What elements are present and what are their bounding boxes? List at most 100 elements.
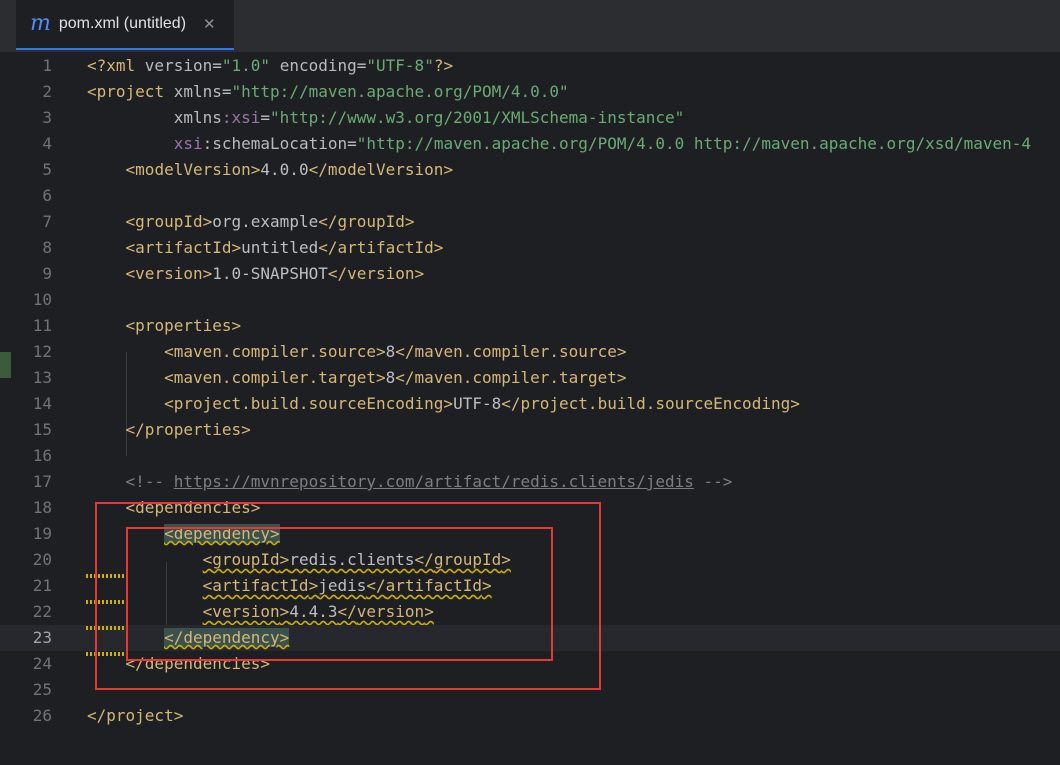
code-text: </properties> bbox=[87, 417, 251, 443]
code-token: "1.0" bbox=[221, 56, 271, 75]
code-token: > bbox=[202, 212, 213, 231]
line-number: 5 bbox=[42, 160, 52, 179]
code-token: :xsi bbox=[221, 108, 261, 127]
close-icon[interactable]: ✕ bbox=[203, 15, 216, 33]
code-text: <maven.compiler.target>8</maven.compiler… bbox=[87, 365, 626, 391]
code-text: <artifactId>untitled</artifactId> bbox=[87, 235, 444, 261]
code-token: <!-- bbox=[125, 472, 174, 491]
code-line[interactable]: 4 xsi:schemaLocation="http://maven.apach… bbox=[0, 131, 1060, 157]
line-number: 15 bbox=[32, 420, 52, 439]
code-token: project bbox=[106, 706, 174, 725]
code-token: 1.0-SNAPSHOT bbox=[212, 264, 328, 283]
code-token: </ bbox=[318, 238, 338, 257]
line-number: 17 bbox=[32, 472, 52, 491]
code-line[interactable]: 9 <version>1.0-SNAPSHOT</version> bbox=[0, 261, 1060, 287]
line-number: 19 bbox=[32, 524, 52, 543]
code-token: > bbox=[404, 212, 415, 231]
code-token: </ bbox=[501, 394, 521, 413]
code-line[interactable]: 17 <!-- https://mvnrepository.com/artifa… bbox=[0, 469, 1060, 495]
code-token[interactable]: https://mvnrepository.com/artifact/redis… bbox=[174, 472, 694, 491]
code-token: "http://www.w3.org/2001/XMLSchema-instan… bbox=[270, 108, 685, 127]
code-line[interactable]: 15 </properties> bbox=[0, 417, 1060, 443]
code-line[interactable]: 7 <groupId>org.example</groupId> bbox=[0, 209, 1060, 235]
code-token: = bbox=[260, 108, 271, 127]
editor-tab-bar: m pom.xml (untitled) ✕ bbox=[0, 0, 1060, 53]
code-line[interactable]: 12 <maven.compiler.source>8</maven.compi… bbox=[0, 339, 1060, 365]
line-number: 7 bbox=[42, 212, 52, 231]
code-line[interactable]: 8 <artifactId>untitled</artifactId> bbox=[0, 235, 1060, 261]
code-token: </ bbox=[327, 264, 348, 283]
code-line[interactable]: 2 <project xmlns="http://maven.apache.org… bbox=[0, 79, 1060, 105]
code-token: "UTF-8" bbox=[366, 56, 434, 75]
code-token: xsi bbox=[173, 134, 203, 153]
code-line[interactable]: 16 bbox=[0, 443, 1060, 469]
code-text: <project.build.sourceEncoding>UTF-8</pro… bbox=[87, 391, 800, 417]
tab-pom-xml[interactable]: m pom.xml (untitled) ✕ bbox=[16, 0, 234, 50]
code-text: xsi:schemaLocation="http://maven.apache.… bbox=[87, 131, 1031, 157]
line-number: 23 bbox=[32, 628, 52, 647]
code-token: > bbox=[250, 160, 261, 179]
code-token: < bbox=[125, 212, 136, 231]
code-token: ?> bbox=[433, 56, 454, 75]
code-token: :schemaLocation bbox=[202, 134, 348, 153]
code-token: = bbox=[212, 56, 222, 75]
line-number: 14 bbox=[32, 394, 52, 413]
tab-title: pom.xml (untitled) bbox=[58, 15, 187, 32]
code-token: maven.compiler.source bbox=[173, 342, 376, 361]
code-token: </ bbox=[318, 212, 338, 231]
code-token: > bbox=[231, 238, 242, 257]
code-token: 8 bbox=[385, 342, 396, 361]
code-line[interactable]: 1 <?xml version="1.0" encoding="UTF-8"?> bbox=[0, 53, 1060, 79]
line-number: 21 bbox=[32, 576, 52, 595]
line-number: 18 bbox=[32, 498, 52, 517]
line-number: 16 bbox=[32, 446, 52, 465]
code-token: "http://maven.apache.org/POM/4.0.0 http:… bbox=[356, 134, 1032, 153]
code-token: project bbox=[96, 82, 174, 101]
code-token: </ bbox=[395, 368, 415, 387]
line-number: 2 bbox=[42, 82, 52, 101]
code-token: < bbox=[125, 264, 136, 283]
code-token: > bbox=[616, 368, 627, 387]
code-line[interactable]: 26 </project> bbox=[0, 703, 1060, 729]
line-number: 26 bbox=[32, 706, 52, 725]
code-token: version bbox=[144, 56, 213, 75]
code-line[interactable]: 6 bbox=[0, 183, 1060, 209]
code-line[interactable]: 11 <properties> bbox=[0, 313, 1060, 339]
code-line[interactable]: 3 xmlns:xsi="http://www.w3.org/2001/XMLS… bbox=[0, 105, 1060, 131]
code-text: <properties> bbox=[87, 313, 242, 339]
code-token: untitled bbox=[241, 238, 319, 257]
code-token: project.build.sourceEncoding bbox=[173, 394, 444, 413]
code-token: xmlns bbox=[173, 82, 222, 101]
line-number: 22 bbox=[32, 602, 52, 621]
code-line[interactable]: 10 bbox=[0, 287, 1060, 313]
code-line[interactable]: 5 <modelVersion>4.0.0</modelVersion> bbox=[0, 157, 1060, 183]
line-number: 1 bbox=[42, 56, 52, 75]
code-text: <?xml version="1.0" encoding="UTF-8"?> bbox=[87, 53, 453, 79]
code-token: <? bbox=[87, 56, 107, 75]
code-token: --> bbox=[693, 472, 733, 491]
code-token: </ bbox=[125, 420, 145, 439]
code-line[interactable]: 14 <project.build.sourceEncoding>UTF-8</… bbox=[0, 391, 1060, 417]
code-token: maven.compiler.target bbox=[414, 368, 617, 387]
code-token: version bbox=[135, 264, 203, 283]
annotation-box-inner bbox=[126, 527, 553, 661]
code-token: modelVersion bbox=[135, 160, 251, 179]
code-token: = bbox=[356, 56, 367, 75]
line-number: 25 bbox=[32, 680, 52, 699]
code-token: artifactId bbox=[337, 238, 434, 257]
code-text: xmlns:xsi="http://www.w3.org/2001/XMLSch… bbox=[87, 105, 685, 131]
line-number: 20 bbox=[32, 550, 52, 569]
code-token: </ bbox=[395, 342, 415, 361]
code-token: 8 bbox=[385, 368, 396, 387]
code-token: </ bbox=[308, 160, 328, 179]
code-token: > bbox=[376, 342, 386, 361]
code-line[interactable]: 13 <maven.compiler.target>8</maven.compi… bbox=[0, 365, 1060, 391]
code-token: = bbox=[221, 82, 232, 101]
